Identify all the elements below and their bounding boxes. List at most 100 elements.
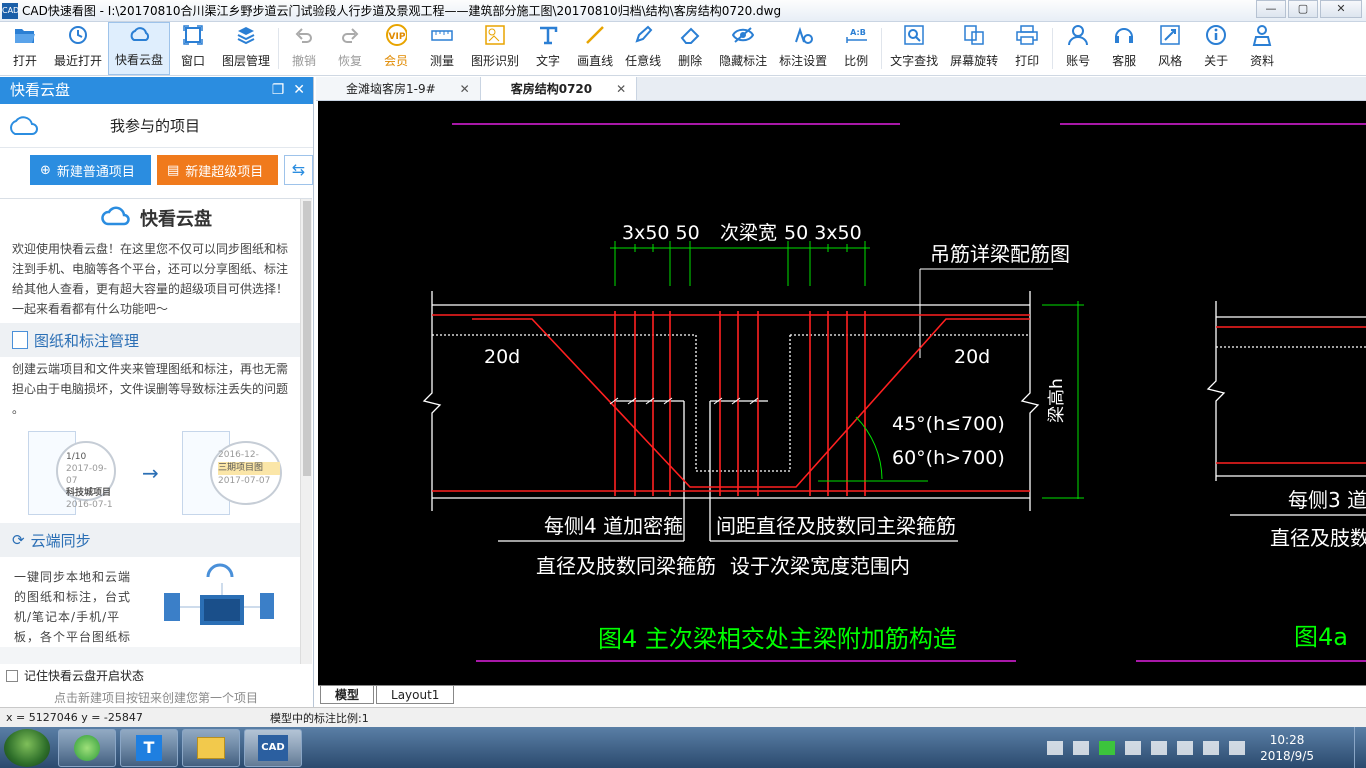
- toolbar-docs[interactable]: 资料: [1239, 22, 1285, 75]
- toolbar-separator: [278, 28, 280, 69]
- app-icon: CAD: [2, 2, 19, 19]
- toolbar-window[interactable]: 窗口: [170, 22, 216, 75]
- toolbar-label: 资料: [1250, 54, 1275, 68]
- new-normal-project-button[interactable]: ⊕ 新建普通项目: [30, 155, 151, 185]
- toolbar-about[interactable]: 关于: [1193, 22, 1239, 75]
- section-sync-title: 云端同步: [30, 531, 91, 550]
- toolbar-account[interactable]: 账号: [1055, 22, 1101, 75]
- toolbar-text-search[interactable]: 文字查找: [884, 22, 944, 75]
- note-left-2: 直径及肢数同梁箍筋: [536, 554, 716, 578]
- clock[interactable]: 10:28 2018/9/5: [1260, 732, 1314, 764]
- close-button[interactable]: ✕: [1320, 0, 1362, 18]
- devices-illustration: [160, 563, 280, 647]
- empty-hint: 点击新建项目按钮来创建您第一个项目: [53, 691, 258, 705]
- toolbar-style[interactable]: 风格: [1147, 22, 1193, 75]
- bluetooth-icon[interactable]: [1151, 740, 1168, 755]
- windows-taskbar: T CAD 10:28 2018/9/5: [0, 727, 1366, 768]
- cloud-heading: 快看云盘: [0, 199, 312, 237]
- security-icon[interactable]: [1125, 740, 1142, 755]
- cloud-panel: 快看云盘 ❐ ✕ 我参与的项目 ⊕ 新建普通项目 ▤ 新建超级项目 ⇆ 快看云盘…: [0, 77, 314, 707]
- tray-green-icon[interactable]: [1099, 740, 1116, 755]
- taskbar-cad[interactable]: CAD: [244, 728, 302, 767]
- toolbar-service[interactable]: 客服: [1101, 22, 1147, 75]
- scrollbar[interactable]: [300, 199, 312, 664]
- toolbar-recent[interactable]: 最近打开: [48, 22, 108, 75]
- clock-time: 10:28: [1269, 732, 1305, 747]
- toolbar-print[interactable]: 打印: [1004, 22, 1050, 75]
- new-super-project-button[interactable]: ▤ 新建超级项目: [157, 155, 278, 185]
- dwg-file-icon: [12, 331, 28, 349]
- toolbar-undo[interactable]: 撤销: [281, 22, 327, 75]
- document-icon: ▤: [167, 162, 180, 178]
- projects-label: 我参与的项目: [110, 117, 201, 135]
- new-normal-project-label: 新建普通项目: [56, 164, 135, 180]
- line-icon: [584, 24, 606, 46]
- right-note-1: 每侧3 道加: [1288, 488, 1366, 512]
- tray-app-icon[interactable]: [1073, 740, 1090, 755]
- redo-icon: [339, 24, 361, 46]
- tab-layout1[interactable]: Layout1: [376, 686, 455, 704]
- maximize-button[interactable]: ▢: [1288, 0, 1318, 18]
- toolbar-scale[interactable]: A:B 比例: [833, 22, 879, 75]
- toolbar-vip[interactable]: VIP 会员: [373, 22, 419, 75]
- network-signal-icon[interactable]: [1203, 740, 1220, 755]
- close-panel-icon[interactable]: ✕: [293, 82, 305, 98]
- toolbar-layers[interactable]: 图层管理: [216, 22, 276, 75]
- remember-state-row[interactable]: 记住快看云盘开启状态: [6, 667, 144, 684]
- cloud-icon: [100, 204, 132, 233]
- tab-label: 金滩垴客房1-9#: [346, 82, 436, 96]
- right-note-2: 直径及肢数同: [1270, 526, 1366, 550]
- tab-model[interactable]: 模型: [320, 686, 375, 704]
- taskbar-browser[interactable]: [58, 728, 116, 767]
- left-20d-text: 20d: [484, 346, 520, 368]
- usb-icon[interactable]: [1177, 740, 1194, 755]
- toolbar-annotation-settings[interactable]: 标注设置: [773, 22, 833, 75]
- volume-icon[interactable]: [1229, 740, 1246, 755]
- tab-document-1[interactable]: 金滩垴客房1-9# ✕: [316, 77, 481, 100]
- restore-panel-icon[interactable]: ❐: [272, 82, 285, 98]
- intro-scroll-area[interactable]: 快看云盘 欢迎使用快看云盘！在这里您不仅可以同步图纸和标注到手机、电脑等各个平台…: [0, 198, 312, 664]
- toolbar-delete[interactable]: 删除: [667, 22, 713, 75]
- taskbar-t-app[interactable]: T: [120, 728, 178, 767]
- annotation-settings-icon: [792, 24, 814, 46]
- style-icon: [1159, 24, 1181, 46]
- panel-title: 快看云盘: [10, 81, 71, 99]
- refresh-button[interactable]: ⇆: [284, 155, 313, 185]
- section-drawings-title: 图纸和标注管理: [34, 331, 140, 350]
- toolbar-rotate[interactable]: 屏幕旋转: [944, 22, 1004, 75]
- layout-tabs: 模型 Layout1: [318, 685, 1366, 705]
- right-figure-rebars: [1216, 326, 1366, 464]
- cad-canvas[interactable]: 3x50 50 次梁宽 50 3x50 吊筋详梁配筋图 20d 20d 梁高h …: [318, 101, 1366, 685]
- browser-icon: [74, 734, 100, 761]
- minimize-button[interactable]: —: [1256, 0, 1286, 18]
- taskbar-explorer[interactable]: [182, 728, 240, 767]
- remember-checkbox[interactable]: [6, 669, 18, 682]
- toolbar-redo[interactable]: 恢复: [327, 22, 373, 75]
- angle-60-text: 60°(h>700): [892, 447, 1005, 469]
- toolbar-text[interactable]: 文字: [525, 22, 571, 75]
- clock-date: 2018/9/5: [1260, 748, 1314, 763]
- close-tab-icon[interactable]: ✕: [616, 82, 626, 96]
- keyboard-icon[interactable]: [1047, 740, 1064, 755]
- toolbar-label: 任意线: [625, 54, 662, 68]
- sync-cloud-icon: ⟳: [12, 531, 25, 549]
- tab-document-2[interactable]: 客房结构0720 ✕: [480, 77, 638, 100]
- toolbar-label: 客服: [1112, 54, 1137, 68]
- text-search-icon: [903, 24, 925, 46]
- show-desktop-button[interactable]: [1354, 727, 1366, 768]
- toolbar-label: 关于: [1204, 54, 1229, 68]
- toolbar-cloud[interactable]: 快看云盘: [108, 22, 171, 75]
- panel-header-buttons: ❐ ✕: [272, 77, 305, 104]
- ruler-icon: [431, 24, 453, 46]
- scrollbar-thumb[interactable]: [303, 201, 311, 476]
- close-tab-icon[interactable]: ✕: [460, 82, 470, 96]
- toolbar-measure[interactable]: 测量: [419, 22, 465, 75]
- toolbar-line[interactable]: 画直线: [571, 22, 619, 75]
- arrow-right-icon: →: [142, 461, 159, 485]
- toolbar-open[interactable]: 打开: [2, 22, 48, 75]
- toolbar-recognize[interactable]: 图形识别: [465, 22, 525, 75]
- start-button[interactable]: [4, 728, 50, 767]
- toolbar-label: 窗口: [181, 54, 206, 68]
- toolbar-freeline[interactable]: 任意线: [619, 22, 667, 75]
- toolbar-hide-annotation[interactable]: 隐藏标注: [713, 22, 773, 75]
